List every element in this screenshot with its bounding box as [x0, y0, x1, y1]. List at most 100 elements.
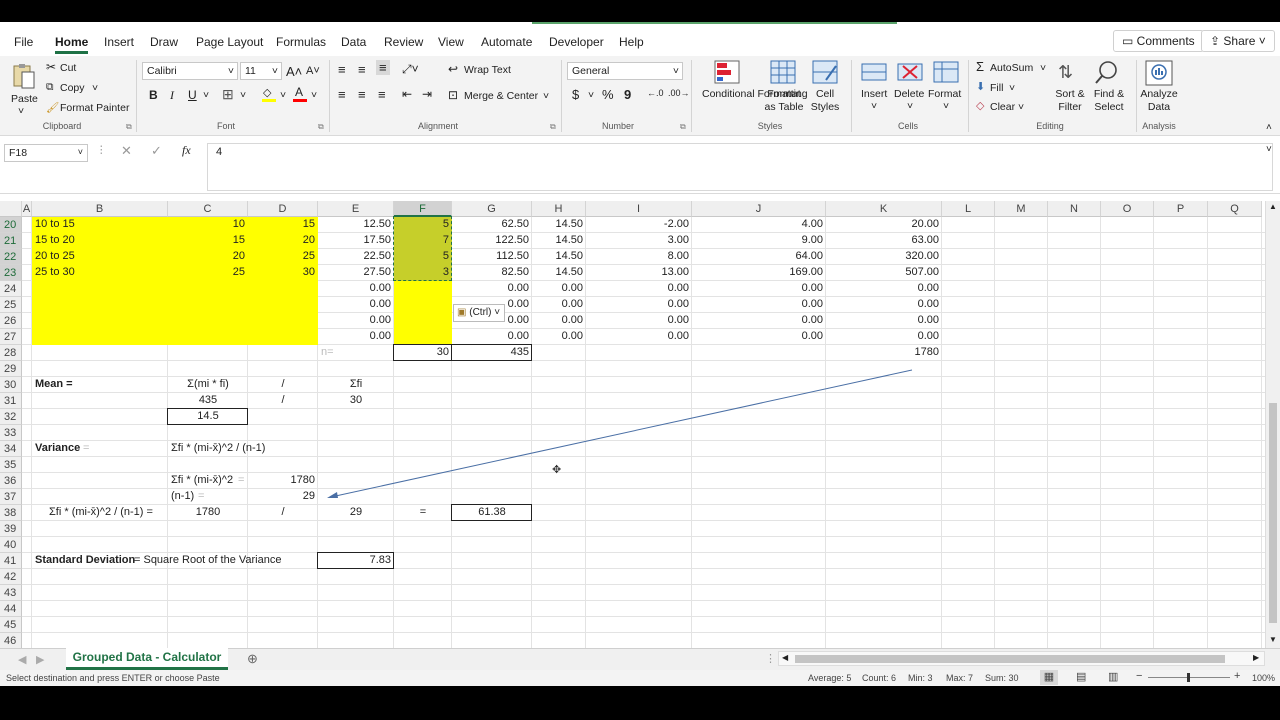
- cell-f23[interactable]: 3: [394, 265, 452, 281]
- decrease-indent-icon[interactable]: ⇤: [402, 87, 412, 101]
- cell-b21[interactable]: 15 to 20: [32, 233, 168, 249]
- add-sheet-icon[interactable]: ⊕: [247, 651, 258, 667]
- cell-j23[interactable]: 169.00: [692, 265, 826, 281]
- cell-f28[interactable]: 30: [394, 345, 452, 361]
- cell-i27[interactable]: 0.00: [586, 329, 692, 345]
- row-header-42[interactable]: 42: [0, 569, 22, 585]
- row-header-20[interactable]: 20: [0, 217, 22, 233]
- resize-handle-icon[interactable]: ⋮: [765, 652, 776, 665]
- font-name-select[interactable]: Calibri ˅: [142, 62, 238, 80]
- currency-icon[interactable]: $: [572, 87, 579, 102]
- chevron-down-icon[interactable]: ˅: [240, 89, 246, 101]
- worksheet-grid[interactable]: ABCDEFGHIJKLMNOPQ 20 21 22 23 24 25 26 27 28 29 30…: [0, 201, 1265, 648]
- cell-d21[interactable]: 20: [248, 233, 318, 249]
- fill-button[interactable]: ⬇ Fill ˅: [976, 80, 1024, 96]
- cell-g28[interactable]: 435: [452, 345, 532, 361]
- cell-f22[interactable]: 5: [394, 249, 452, 265]
- analyze-data-button[interactable]: Analyze Data: [1140, 58, 1178, 116]
- next-sheet-icon[interactable]: ▶: [36, 653, 44, 666]
- cell-i24[interactable]: 0.00: [586, 281, 692, 297]
- tab-file[interactable]: File: [14, 35, 33, 49]
- cell-styles-button[interactable]: Cell Styles: [806, 58, 846, 116]
- tab-automate[interactable]: Automate: [481, 35, 532, 49]
- cell-b38[interactable]: Σfi * (mi-x̄)^2 / (n-1) =: [46, 505, 176, 521]
- cell-c36b[interactable]: =: [235, 473, 247, 489]
- row-header-27[interactable]: 27: [0, 329, 22, 345]
- cell-b22[interactable]: 20 to 25: [32, 249, 168, 265]
- cell-g24[interactable]: 0.00: [452, 281, 532, 297]
- insert-cells-button[interactable]: Insert ˅: [857, 58, 891, 116]
- tab-review[interactable]: Review: [384, 35, 423, 49]
- column-header-g[interactable]: G: [452, 201, 532, 217]
- row-header-26[interactable]: 26: [0, 313, 22, 329]
- format-as-table-button[interactable]: Format as Table: [760, 58, 806, 116]
- sort-filter-button[interactable]: ⇅ Sort & Filter: [1052, 58, 1088, 116]
- column-header-k[interactable]: K: [826, 201, 942, 217]
- cell-h22[interactable]: 14.50: [532, 249, 586, 265]
- collapse-ribbon-icon[interactable]: ˄: [1266, 122, 1272, 133]
- dialog-launcher-icon[interactable]: ⧉: [126, 122, 132, 132]
- zoom-slider-thumb[interactable]: [1187, 673, 1190, 682]
- zoom-out-icon[interactable]: −: [1136, 670, 1142, 682]
- conditional-formatting-button[interactable]: Conditional Formatting: [697, 58, 808, 116]
- find-select-button[interactable]: Find & Select: [1088, 58, 1128, 116]
- column-header-m[interactable]: M: [995, 201, 1048, 217]
- cell-e30[interactable]: Σfi: [318, 377, 394, 393]
- bold-icon[interactable]: B: [149, 88, 158, 102]
- cell-j27[interactable]: 0.00: [692, 329, 826, 345]
- row-header-46[interactable]: 46: [0, 633, 22, 648]
- cell-f38[interactable]: =: [394, 505, 452, 521]
- font-color-icon[interactable]: A: [293, 85, 307, 102]
- format-cells-button[interactable]: Format ˅: [928, 58, 964, 116]
- row-header-36[interactable]: 36: [0, 473, 22, 489]
- row-header-31[interactable]: 31: [0, 393, 22, 409]
- cell-k20[interactable]: 20.00: [826, 217, 942, 233]
- scroll-thumb[interactable]: [795, 655, 1225, 663]
- vertical-scrollbar[interactable]: ▲ ▼: [1265, 201, 1280, 648]
- scroll-right-icon[interactable]: ▶: [1253, 653, 1259, 662]
- cell-h23[interactable]: 14.50: [532, 265, 586, 281]
- cell-e23[interactable]: 27.50: [318, 265, 394, 281]
- row-header-44[interactable]: 44: [0, 601, 22, 617]
- page-layout-view-icon[interactable]: ▤: [1076, 670, 1086, 683]
- cell-i23[interactable]: 13.00: [586, 265, 692, 281]
- row-header-21[interactable]: 21: [0, 233, 22, 249]
- column-header-p[interactable]: P: [1154, 201, 1208, 217]
- cell-i26[interactable]: 0.00: [586, 313, 692, 329]
- delete-cells-button[interactable]: Delete ˅: [892, 58, 928, 116]
- align-center-icon[interactable]: ≡: [358, 87, 366, 102]
- tab-formulas[interactable]: Formulas: [276, 35, 326, 49]
- fill-color-icon[interactable]: ◇: [262, 86, 276, 102]
- chevron-down-icon[interactable]: ˅: [203, 89, 209, 101]
- column-header-d[interactable]: D: [248, 201, 318, 217]
- cell-k28[interactable]: 1780: [826, 345, 942, 361]
- zoom-in-icon[interactable]: +: [1234, 670, 1240, 682]
- select-all-corner[interactable]: [0, 201, 22, 217]
- cell-k25[interactable]: 0.00: [826, 297, 942, 313]
- cell-f20[interactable]: 5: [394, 217, 452, 233]
- cell-j21[interactable]: 9.00: [692, 233, 826, 249]
- percent-icon[interactable]: %: [602, 87, 614, 102]
- cell-i25[interactable]: 0.00: [586, 297, 692, 313]
- tab-draw[interactable]: Draw: [150, 35, 178, 49]
- row-header-38[interactable]: 38: [0, 505, 22, 521]
- row-header-28[interactable]: 28: [0, 345, 22, 361]
- cell-g20[interactable]: 62.50: [452, 217, 532, 233]
- cell-h21[interactable]: 14.50: [532, 233, 586, 249]
- tab-view[interactable]: View: [438, 35, 464, 49]
- italic-icon[interactable]: I: [170, 88, 174, 103]
- align-bottom-icon[interactable]: ≡: [376, 60, 390, 75]
- cell-d23[interactable]: 30: [248, 265, 318, 281]
- tab-page-layout[interactable]: Page Layout: [196, 35, 263, 49]
- column-header-i[interactable]: I: [586, 201, 692, 217]
- cell-c20[interactable]: 10: [168, 217, 248, 233]
- cell-c31[interactable]: 435: [168, 393, 248, 409]
- paste-options-button[interactable]: ▣ (Ctrl) ˅: [453, 304, 505, 322]
- cell-h24[interactable]: 0.00: [532, 281, 586, 297]
- chevron-down-icon[interactable]: ˅: [311, 89, 317, 101]
- row-header-45[interactable]: 45: [0, 617, 22, 633]
- cell-d37[interactable]: 29: [248, 489, 318, 505]
- row-header-23[interactable]: 23: [0, 265, 22, 281]
- dialog-launcher-icon[interactable]: ⧉: [680, 122, 686, 132]
- cell-c21[interactable]: 15: [168, 233, 248, 249]
